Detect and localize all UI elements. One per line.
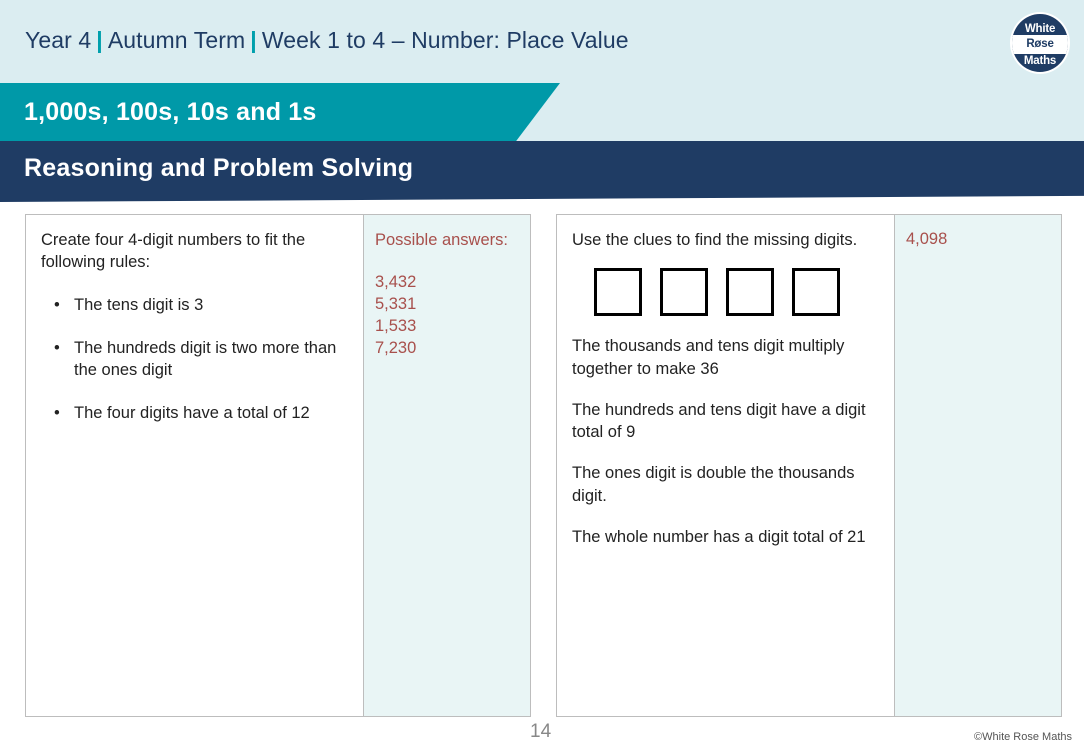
- answer-value: 3,432: [375, 273, 417, 292]
- clue-text-2: The hundreds and tens digit have a digit…: [572, 400, 866, 442]
- breadcrumb-separator-2: |: [250, 27, 257, 53]
- answer-value: 1,533: [375, 317, 417, 336]
- page-number: 14: [530, 721, 552, 742]
- clue-text-3: The ones digit is double the thousands d…: [572, 464, 855, 505]
- logo-line-maths: Maths: [1023, 55, 1057, 67]
- question-column-1: Create four 4-digit numbers to fit the f…: [26, 215, 364, 716]
- list-item: • The tens digit is 3: [41, 294, 347, 316]
- question-bullet-list-1: • The tens digit is 3 • The hundreds dig…: [41, 294, 347, 425]
- bullet-marker-icon: •: [54, 404, 60, 423]
- logo-line-rose: Røse: [1026, 38, 1054, 50]
- copyright-notice: ©White Rose Maths: [974, 731, 1072, 743]
- lesson-title-banner: 1,000s, 100s, 10s and 1s: [0, 83, 560, 146]
- breadcrumb-week: Week 1 to 4 – Number: Place Value: [261, 27, 629, 53]
- slide-page: Year 4 | Autumn Term | Week 1 to 4 – Number:…: [0, 0, 1084, 750]
- bullet-text: The four digits have a total of 12: [74, 404, 310, 423]
- logo-line-white: White: [1024, 23, 1056, 35]
- digit-box-group: [594, 268, 878, 317]
- question-panel-2: Use the clues to find the missing digits…: [556, 214, 1062, 717]
- lesson-title: 1,000s, 100s, 10s and 1s: [24, 98, 317, 126]
- digit-box-tens[interactable]: [726, 268, 774, 317]
- digit-box-thousands[interactable]: [594, 268, 642, 317]
- section-subtitle-banner: Reasoning and Problem Solving: [0, 141, 1084, 202]
- bullet-marker-icon: •: [54, 295, 60, 314]
- clue-text-1: The thousands and tens digit multiply to…: [572, 337, 845, 378]
- clue-text-4: The whole number has a digit total of 21: [572, 527, 866, 546]
- breadcrumb-separator-1: |: [96, 27, 103, 53]
- bullet-text: The tens digit is 3: [74, 295, 204, 314]
- list-item: • The hundreds digit is two more than th…: [41, 337, 347, 382]
- answer-value: 7,230: [375, 339, 417, 358]
- answer-value: 5,331: [375, 295, 417, 314]
- answer-value: 4,098: [906, 230, 948, 248]
- digit-box-hundreds[interactable]: [660, 268, 708, 317]
- bullet-text: The hundreds digit is two more than the …: [74, 338, 337, 380]
- section-subtitle: Reasoning and Problem Solving: [24, 154, 414, 182]
- breadcrumb-year: Year 4: [25, 27, 92, 53]
- question-column-2: Use the clues to find the missing digits…: [557, 215, 895, 716]
- answer-column-1: Possible answers: 3,432 5,331 1,533 7,23…: [364, 215, 530, 716]
- answer-list-1: 3,432 5,331 1,533 7,230: [375, 272, 518, 360]
- digit-box-ones[interactable]: [792, 268, 840, 317]
- question-intro-2: Use the clues to find the missing digits…: [572, 231, 858, 249]
- breadcrumb-term: Autumn Term: [107, 27, 246, 53]
- bullet-marker-icon: •: [54, 338, 60, 357]
- question-intro-1: Create four 4-digit numbers to fit the f…: [41, 231, 306, 272]
- question-panels: Create four 4-digit numbers to fit the f…: [0, 214, 1084, 717]
- question-panel-1: Create four 4-digit numbers to fit the f…: [25, 214, 531, 717]
- answer-column-2: 4,098: [895, 215, 1061, 716]
- list-item: • The four digits have a total of 12: [41, 402, 347, 424]
- answer-heading-1: Possible answers:: [375, 231, 508, 249]
- white-rose-maths-logo: White Røse Maths: [1010, 12, 1070, 74]
- breadcrumb: Year 4 | Autumn Term | Week 1 to 4 – Number:…: [22, 27, 632, 54]
